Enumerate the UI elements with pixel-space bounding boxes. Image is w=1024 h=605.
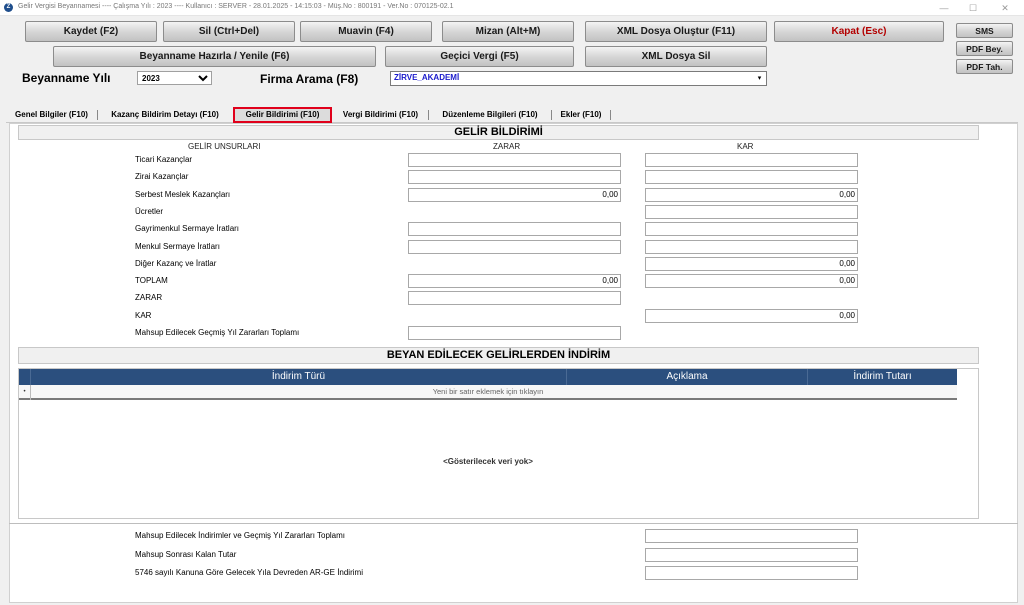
tab-separator <box>428 110 429 120</box>
grid-empty-message: <Gösterilecek veri yok> <box>443 457 533 466</box>
kar-field[interactable] <box>645 170 858 184</box>
gelir-row-label: Gayrimenkul Sermaye İratları <box>135 224 240 233</box>
gelir-row-label: Serbest Meslek Kazançları <box>135 190 231 199</box>
tab-ekler[interactable]: Ekler (F10) <box>557 107 605 123</box>
firma-arama-combobox[interactable]: ZİRVE_AKADEMİ ▾ <box>390 71 767 86</box>
zarar-field[interactable] <box>408 326 621 340</box>
indirim-title: BEYAN EDİLECEK GELİRLERDEN İNDİRİM <box>18 347 979 364</box>
zarar-field[interactable]: 0,00 <box>408 274 621 288</box>
summary-field[interactable] <box>645 529 858 543</box>
kar-field[interactable]: 0,00 <box>645 309 858 323</box>
zarar-field[interactable] <box>408 170 621 184</box>
kaydet-button[interactable]: Kaydet (F2) <box>25 21 157 42</box>
gelir-row-label: Ticari Kazançlar <box>135 155 193 164</box>
beyanname-yili-label: Beyanname Yılı <box>22 71 111 85</box>
beyanname-yili-select[interactable]: 2023 <box>137 71 212 85</box>
muavin-button[interactable]: Muavin (F4) <box>300 21 432 42</box>
kar-field[interactable] <box>645 205 858 219</box>
summary-field[interactable] <box>645 548 858 562</box>
zarar-field[interactable] <box>408 291 621 305</box>
sms-button[interactable]: SMS <box>956 23 1013 38</box>
gelir-row-label: Diğer Kazanç ve İratlar <box>135 259 217 268</box>
zarar-field[interactable] <box>408 222 621 236</box>
grid-new-row[interactable]: Yeni bir satır eklemek için tıklayın <box>19 385 957 400</box>
pdf-bey-button[interactable]: PDF Bey. <box>956 41 1013 56</box>
sil-button[interactable]: Sil (Ctrl+Del) <box>163 21 295 42</box>
mizan-button[interactable]: Mizan (Alt+M) <box>442 21 574 42</box>
divider <box>9 523 1018 524</box>
maximize-icon[interactable]: ☐ <box>962 1 984 15</box>
minimize-icon[interactable]: — <box>933 1 955 15</box>
close-icon[interactable]: ✕ <box>994 1 1016 15</box>
zarar-field[interactable] <box>408 153 621 167</box>
gecici-vergi-button[interactable]: Geçici Vergi (F5) <box>385 46 574 67</box>
gelir-row-label: Mahsup Edilecek Geçmiş Yıl Zararları Top… <box>135 328 300 337</box>
kar-header: KAR <box>737 142 754 151</box>
gelir-row-label: Ücretler <box>135 207 164 216</box>
row-indicator-icon: • <box>19 385 31 400</box>
zarar-field[interactable] <box>408 240 621 254</box>
grid-corner <box>19 369 31 385</box>
tab-genel-bilgiler[interactable]: Genel Bilgiler (F10) <box>9 107 94 123</box>
grid-header: İndirim Türü Açıklama İndirim Tutarı <box>19 369 957 385</box>
tab-separator <box>551 110 552 120</box>
gelir-row-label: Zirai Kazançlar <box>135 172 189 181</box>
indirim-grid[interactable]: İndirim Türü Açıklama İndirim Tutarı Yen… <box>18 368 979 519</box>
col-indirim-turu[interactable]: İndirim Türü <box>31 369 567 385</box>
tab-kazanc-bildirim-detayi[interactable]: Kazanç Bildirim Detayı (F10) <box>103 107 227 123</box>
gelir-unsurlari-header: GELİR UNSURLARI <box>188 142 261 151</box>
firma-arama-label: Firma Arama (F8) <box>260 72 359 86</box>
window-title: Gelir Vergisi Beyannamesi ---- Çalışma Y… <box>18 3 454 10</box>
zarar-header: ZARAR <box>493 142 521 151</box>
chevron-down-icon[interactable]: ▾ <box>754 73 765 84</box>
col-indirim-tutari[interactable]: İndirim Tutarı <box>808 369 957 385</box>
tab-separator <box>97 110 98 120</box>
pdf-tah-button[interactable]: PDF Tah. <box>956 59 1013 74</box>
app-icon: Z <box>4 3 13 12</box>
gelir-row-label: KAR <box>135 311 152 320</box>
kar-field[interactable] <box>645 222 858 236</box>
gelir-row-label: Menkul Sermaye İratları <box>135 242 220 251</box>
kar-field[interactable] <box>645 240 858 254</box>
kar-field[interactable]: 0,00 <box>645 188 858 202</box>
tab-vergi-bildirimi[interactable]: Vergi Bildirimi (F10) <box>338 107 423 123</box>
zarar-field[interactable]: 0,00 <box>408 188 621 202</box>
kar-field[interactable]: 0,00 <box>645 274 858 288</box>
gelir-row-label: TOPLAM <box>135 276 168 285</box>
beyanname-hazirla-button[interactable]: Beyanname Hazırla / Yenile (F6) <box>53 46 376 67</box>
gelir-row-label: ZARAR <box>135 293 163 302</box>
kar-field[interactable]: 0,00 <box>645 257 858 271</box>
firma-arama-value: ZİRVE_AKADEMİ <box>394 73 460 82</box>
tab-gelir-bildirimi[interactable]: Gelir Bildirimi (F10) <box>233 107 332 123</box>
summary-label: Mahsup Sonrası Kalan Tutar <box>135 550 237 559</box>
tab-duzenleme-bilgileri[interactable]: Düzenleme Bilgileri (F10) <box>434 107 546 123</box>
summary-label: 5746 sayılı Kanuna Göre Gelecek Yıla Dev… <box>135 568 363 577</box>
tab-separator <box>610 110 611 120</box>
gelir-bildirimi-title: GELİR BİLDİRİMİ <box>18 125 979 140</box>
xml-olustur-button[interactable]: XML Dosya Oluştur (F11) <box>585 21 767 42</box>
summary-field[interactable] <box>645 566 858 580</box>
xml-sil-button[interactable]: XML Dosya Sil <box>585 46 767 67</box>
col-aciklama[interactable]: Açıklama <box>567 369 808 385</box>
tab-strip: Genel Bilgiler (F10) Kazanç Bildirim Det… <box>6 106 1018 123</box>
summary-label: Mahsup Edilecek İndirimler ve Geçmiş Yıl… <box>135 531 345 540</box>
kar-field[interactable] <box>645 153 858 167</box>
kapat-button[interactable]: Kapat (Esc) <box>774 21 944 42</box>
window-titlebar: Z Gelir Vergisi Beyannamesi ---- Çalışma… <box>0 0 1024 16</box>
